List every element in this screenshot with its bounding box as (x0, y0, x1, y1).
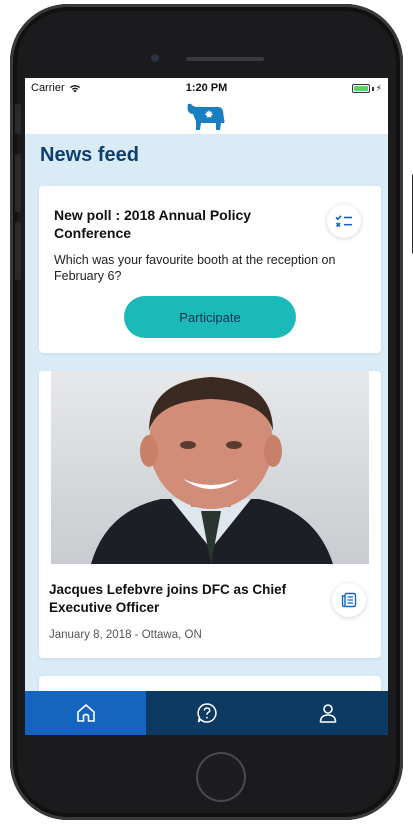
status-time: 1:20 PM (185, 82, 228, 94)
article-icon (332, 583, 366, 617)
poll-title: New poll : 2018 Annual Policy Conference (54, 207, 252, 241)
mute-switch (15, 104, 21, 134)
user-icon (319, 704, 336, 723)
tab-help[interactable] (146, 691, 267, 735)
volume-up-button (15, 154, 21, 212)
status-bar: Carrier 1:20 PM ⚡ (25, 78, 388, 98)
poll-card[interactable]: New poll : 2018 Annual Policy Conference… (39, 186, 381, 353)
page-title: News feed (40, 144, 139, 166)
charging-bolt-icon: ⚡ (375, 83, 382, 93)
home-button[interactable] (196, 752, 246, 802)
volume-down-button (15, 222, 21, 280)
poll-checklist-icon (327, 204, 361, 238)
news-title: Jacques Lefebvre joins DFC as Chief Exec… (49, 582, 287, 615)
app-screen: Carrier 1:20 PM ⚡ News feed New poll : 2… (25, 78, 388, 735)
tab-profile[interactable] (267, 691, 388, 735)
tab-home[interactable] (25, 691, 146, 735)
help-circle-icon (196, 703, 217, 723)
home-icon (76, 704, 95, 722)
poll-description: Which was your favourite booth at the re… (54, 253, 336, 283)
app-header (25, 98, 388, 134)
front-camera (151, 54, 159, 62)
news-date-location: January 8, 2018 - Ottawa, ON (49, 629, 202, 641)
cow-logo-icon[interactable] (185, 101, 229, 131)
participate-button[interactable]: Participate (124, 296, 296, 338)
news-portrait-photo (51, 371, 369, 564)
bottom-tab-bar (25, 691, 388, 735)
earpiece-speaker (186, 57, 264, 61)
battery-icon: ⚡ (351, 83, 382, 94)
news-card[interactable]: Jacques Lefebvre joins DFC as Chief Exec… (39, 371, 381, 658)
